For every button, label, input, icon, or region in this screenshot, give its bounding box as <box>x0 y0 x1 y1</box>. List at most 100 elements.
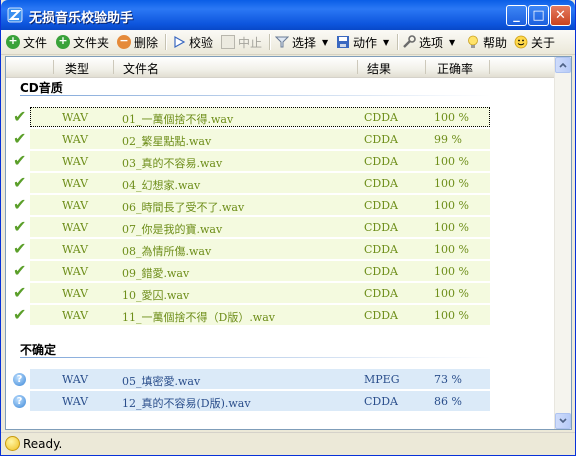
save-icon <box>337 36 349 48</box>
cell-result: CDDA <box>364 287 398 300</box>
checkmark-icon: ✔ <box>13 195 27 214</box>
list-item[interactable]: WAV 12_真的不容易(D版).wav CDDA 86 % <box>30 391 490 411</box>
cell-type: WAV <box>62 111 89 124</box>
add-icon: + <box>56 35 70 49</box>
chevron-down-icon: ▼ <box>449 37 456 47</box>
add-file-button[interactable]: + 文件 <box>6 33 47 51</box>
list-item[interactable]: WAV 05_填密愛.wav MPEG 73 % <box>30 369 490 389</box>
delete-button[interactable]: − 删除 <box>117 33 158 51</box>
scroll-up-button[interactable] <box>555 57 571 73</box>
cell-filename: 01_一萬個捨不得.wav <box>122 113 234 126</box>
group-title[interactable]: 不确定 <box>20 341 56 358</box>
about-label: 关于 <box>531 35 556 50</box>
list-item[interactable]: WAV 04_幻想家.wav CDDA 100 % <box>30 173 490 193</box>
filter-icon <box>275 36 289 48</box>
options-menu-button[interactable]: 选项 ▼ <box>402 33 455 51</box>
toolbar: + 文件 + 文件夹 − 删除 校验 中止 选择 ▼ 动作 ▼ 选项 ▼ 帮助 … <box>1 30 575 55</box>
question-icon: ? <box>13 393 29 409</box>
cell-result: CDDA <box>364 177 398 190</box>
cell-accuracy: 100 % <box>434 243 469 256</box>
help-button[interactable]: 帮助 <box>466 33 507 51</box>
column-header-type[interactable]: 类型 <box>65 60 89 77</box>
checkmark-icon: ✔ <box>13 107 27 126</box>
list-item[interactable]: WAV 02_繁星點點.wav CDDA 99 % <box>30 129 490 149</box>
cell-result: CDDA <box>364 309 398 322</box>
options-label: 选项 <box>419 35 444 50</box>
column-header-result[interactable]: 结果 <box>367 60 391 77</box>
cell-filename: 10_愛囚.wav <box>122 289 190 302</box>
about-button[interactable]: 关于 <box>514 33 555 51</box>
cell-type: WAV <box>62 221 89 234</box>
cell-accuracy: 73 % <box>434 373 462 386</box>
group-title[interactable]: CD音质 <box>20 79 63 96</box>
chevron-down-icon <box>559 418 567 424</box>
cell-type: WAV <box>62 133 89 146</box>
file-list[interactable]: 类型 文件名 结果 正确率 CD音质 ✔ WAV 01_一萬個捨不得.wav CDDA 1… <box>5 56 572 430</box>
title-bar[interactable]: 无损音乐校验助手 _ □ ✕ <box>1 0 575 30</box>
cell-type: WAV <box>62 199 89 212</box>
column-divider <box>357 60 358 74</box>
cell-filename: 02_繁星點點.wav <box>122 135 212 148</box>
verify-label: 校验 <box>189 35 214 50</box>
select-menu-button[interactable]: 选择 ▼ <box>275 33 328 51</box>
cell-filename: 03_真的不容易.wav <box>122 157 223 170</box>
cell-accuracy: 100 % <box>434 177 469 190</box>
smiley-icon <box>5 436 20 451</box>
minimize-button[interactable]: _ <box>506 5 527 26</box>
cell-type: WAV <box>62 309 89 322</box>
scroll-down-button[interactable] <box>555 413 571 429</box>
select-label: 选择 <box>292 35 317 50</box>
checkmark-icon: ✔ <box>13 305 27 324</box>
column-divider <box>113 60 114 74</box>
stop-icon <box>221 35 235 49</box>
window-title: 无损音乐校验助手 <box>29 11 134 26</box>
cell-result: CDDA <box>364 221 398 234</box>
action-label: 动作 <box>353 35 378 50</box>
checkmark-icon: ✔ <box>13 173 27 192</box>
maximize-button[interactable]: □ <box>528 5 549 26</box>
verify-button[interactable]: 校验 <box>172 33 213 51</box>
column-divider <box>489 60 490 74</box>
app-icon <box>7 7 23 23</box>
close-button[interactable]: ✕ <box>550 5 571 26</box>
smiley-icon <box>514 35 528 49</box>
toolbar-separator <box>165 34 167 50</box>
list-item[interactable]: WAV 01_一萬個捨不得.wav CDDA 100 % <box>30 107 490 127</box>
list-item[interactable]: WAV 08_為情所傷.wav CDDA 100 % <box>30 239 490 259</box>
group-divider <box>20 357 490 358</box>
cell-accuracy: 100 % <box>434 111 469 124</box>
list-item[interactable]: WAV 03_真的不容易.wav CDDA 100 % <box>30 151 490 171</box>
list-item[interactable]: WAV 06_時間長了受不了.wav CDDA 100 % <box>30 195 490 215</box>
vertical-scrollbar[interactable] <box>554 57 571 429</box>
list-item[interactable]: WAV 10_愛囚.wav CDDA 100 % <box>30 283 490 303</box>
cell-result: CDDA <box>364 155 398 168</box>
list-item[interactable]: WAV 07_你是我的寶.wav CDDA 100 % <box>30 217 490 237</box>
column-header-filename[interactable]: 文件名 <box>123 60 159 77</box>
cell-filename: 08_為情所傷.wav <box>122 245 212 258</box>
status-bar: Ready. <box>1 432 575 455</box>
cell-type: WAV <box>62 395 89 408</box>
delete-label: 删除 <box>134 35 159 50</box>
add-file-label: 文件 <box>23 35 48 50</box>
checkmark-icon: ✔ <box>13 239 27 258</box>
checkmark-icon: ✔ <box>13 283 27 302</box>
status-text: Ready. <box>23 437 63 451</box>
checkmark-icon: ✔ <box>13 217 27 236</box>
list-item[interactable]: WAV 09_錯愛.wav CDDA 100 % <box>30 261 490 281</box>
cell-filename: 07_你是我的寶.wav <box>122 223 223 236</box>
cell-result: CDDA <box>364 199 398 212</box>
cell-result: CDDA <box>364 133 398 146</box>
action-menu-button[interactable]: 动作 ▼ <box>336 33 389 51</box>
cell-accuracy: 100 % <box>434 199 469 212</box>
list-header: 类型 文件名 结果 正确率 <box>6 57 556 78</box>
cell-filename: 09_錯愛.wav <box>122 267 190 280</box>
stop-button[interactable]: 中止 <box>221 33 262 51</box>
cell-type: WAV <box>62 287 89 300</box>
add-folder-label: 文件夹 <box>73 35 110 50</box>
add-folder-button[interactable]: + 文件夹 <box>56 33 109 51</box>
column-header-accuracy[interactable]: 正确率 <box>437 60 473 77</box>
checkmark-icon: ✔ <box>13 261 27 280</box>
list-item[interactable]: WAV 11_一萬個捨不得（D版）.wav CDDA 100 % <box>30 305 490 325</box>
add-icon: + <box>6 35 20 49</box>
help-label: 帮助 <box>483 35 508 50</box>
